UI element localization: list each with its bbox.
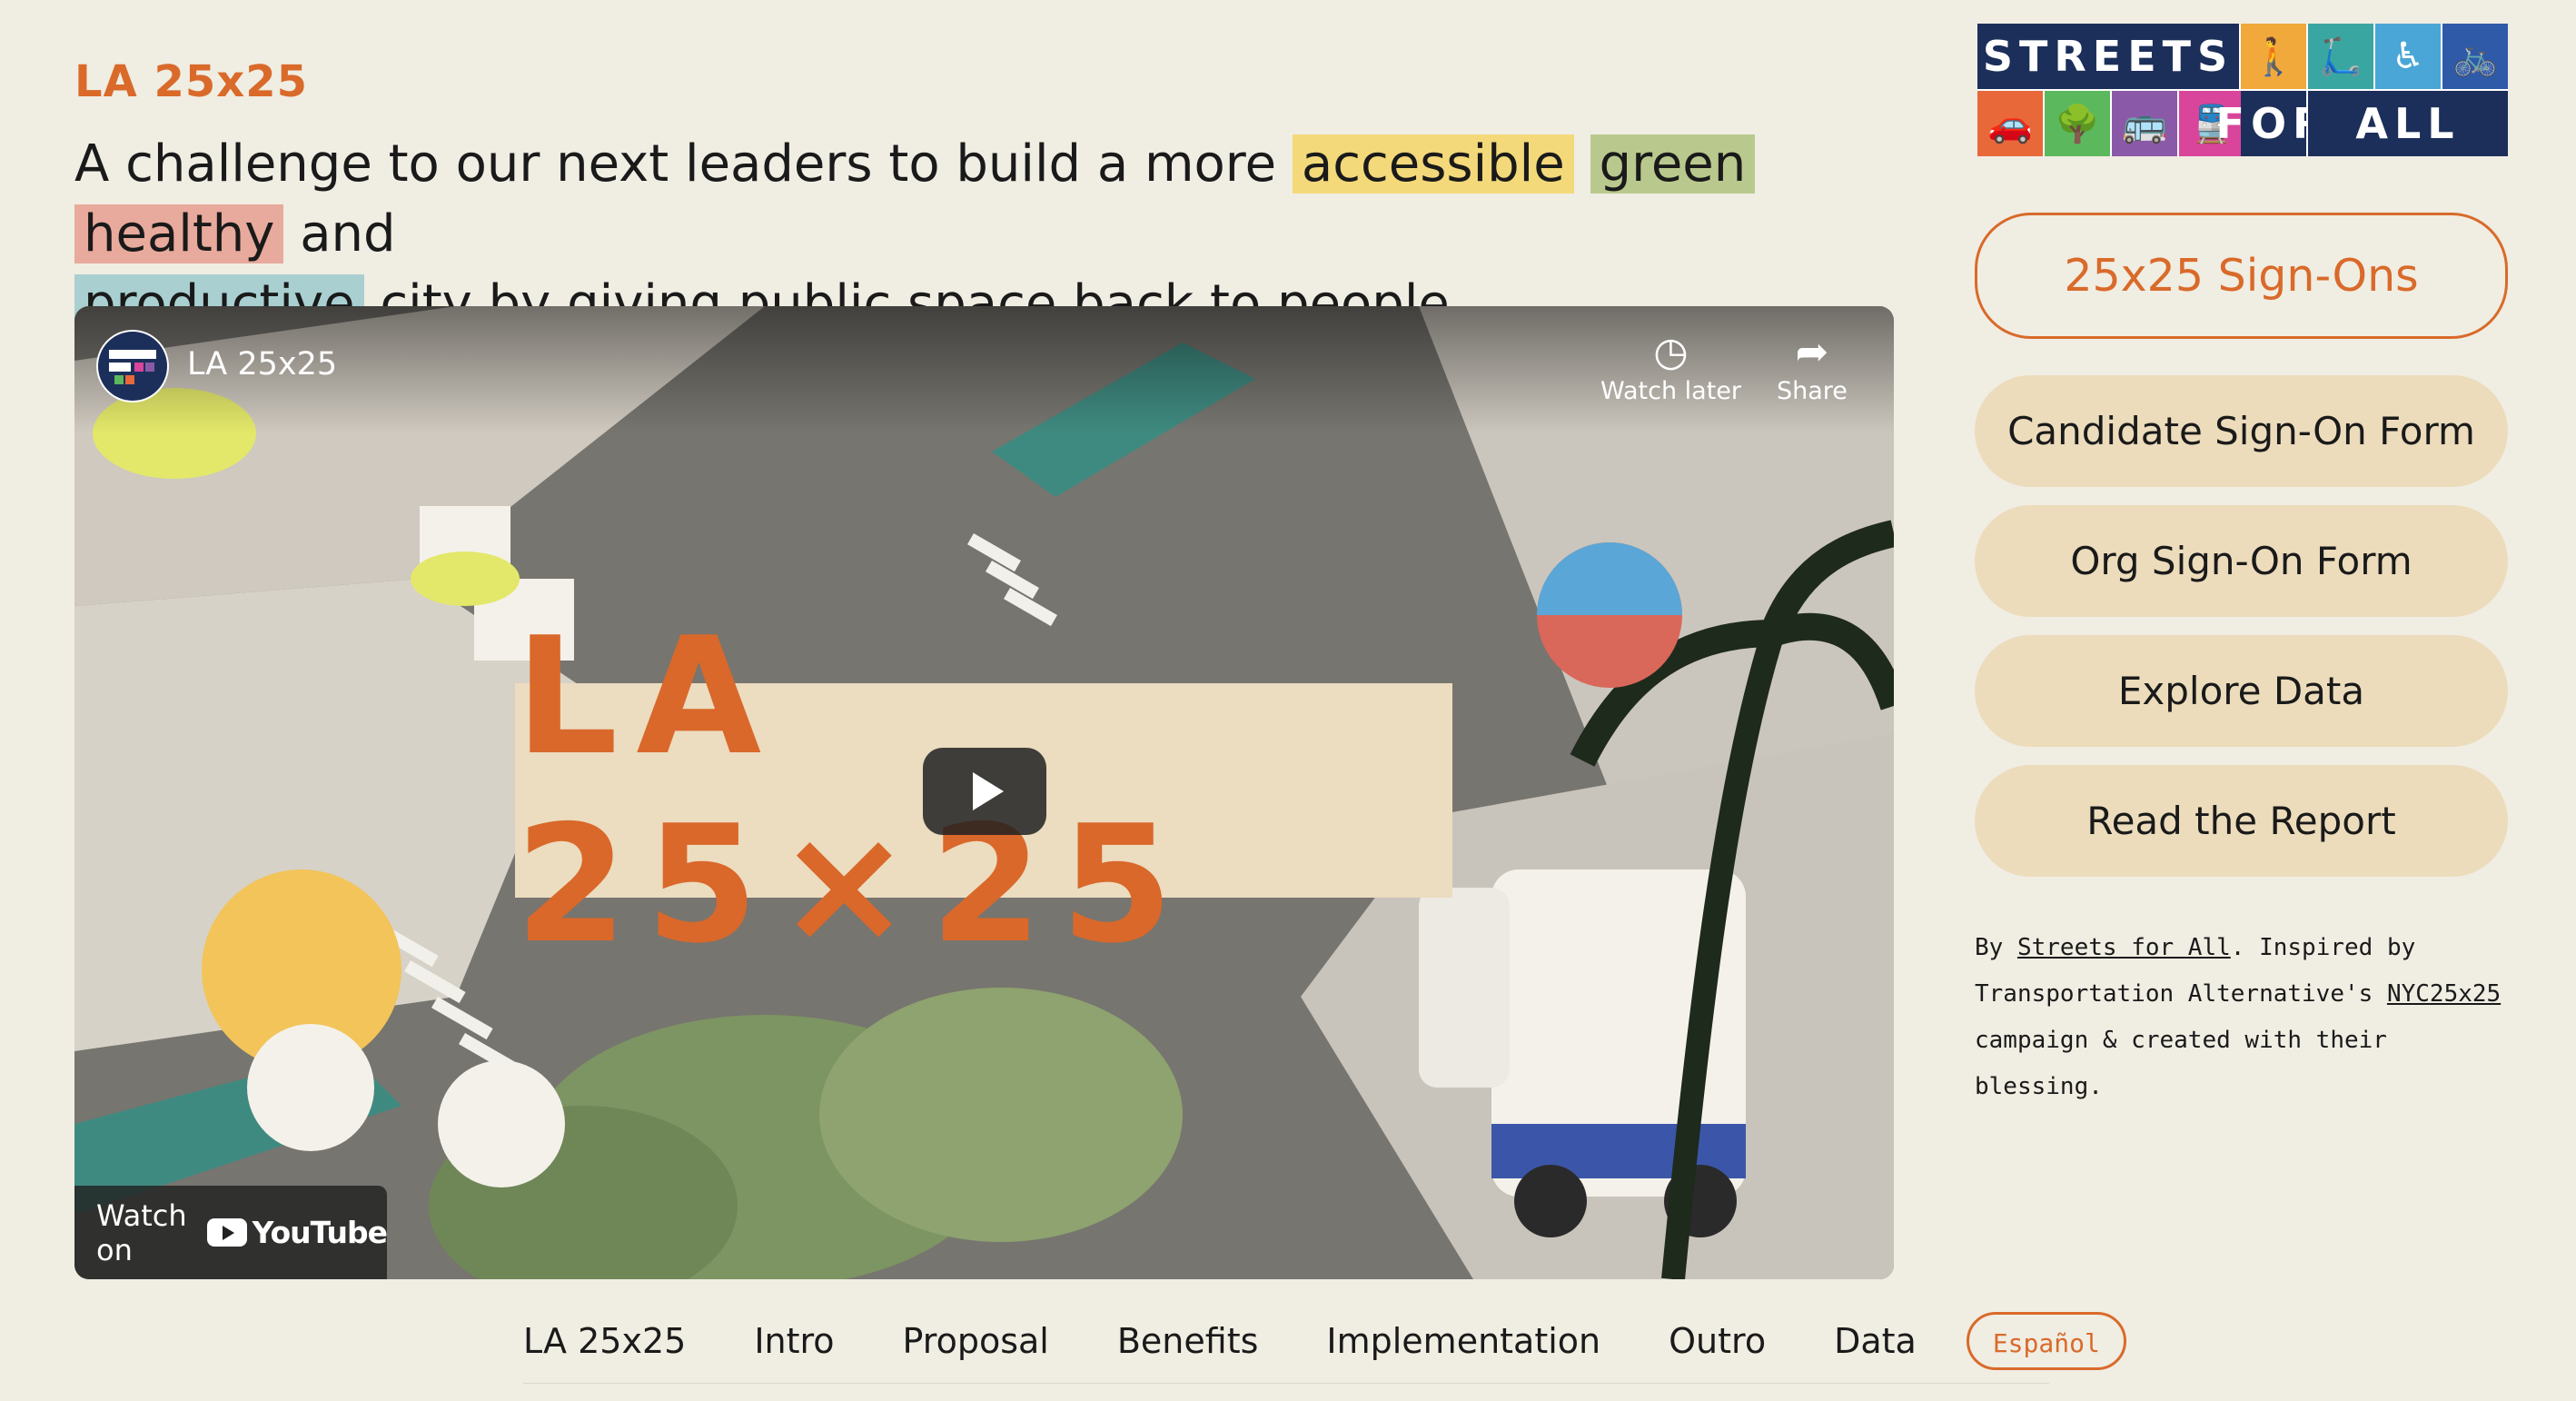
logo-word-all: ALL [2308, 91, 2508, 156]
watch-later-label: Watch later [1600, 377, 1741, 405]
site-title: LA 25x25 [74, 56, 308, 107]
candidate-sign-on-button[interactable]: Candidate Sign-On Form [1975, 375, 2508, 487]
wheelchair-icon: ♿ [2375, 24, 2441, 89]
logo-word-for: FOR [2216, 91, 2324, 156]
credit-by: By [1975, 934, 2004, 961]
nyc25x25-link[interactable]: NYC25x25 [2387, 980, 2501, 1008]
streets-for-all-logo[interactable]: STREETS 🚶 🛴 ♿ 🚲 🚗 🌳 🚌 🚆 FOR ALL [1977, 24, 2508, 156]
nav-item-proposal[interactable]: Proposal [903, 1321, 1049, 1361]
credit-text: By Streets for All. Inspired by Transpor… [1975, 925, 2520, 1110]
nav-item-benefits[interactable]: Benefits [1117, 1321, 1259, 1361]
video-player[interactable]: LA 25x25 ◷ Watch later ➦ Share LA 25×25 … [74, 306, 1894, 1279]
logo-icon-row: 🚗 🌳 🚌 🚆 [1977, 91, 2244, 156]
read-report-button[interactable]: Read the Report [1975, 765, 2508, 877]
play-icon [973, 772, 1004, 810]
share-button[interactable]: ➦ Share [1777, 328, 1848, 405]
tagline-and: and [300, 204, 396, 263]
share-icon: ➦ [1795, 329, 1829, 375]
highlight-green: green [1590, 134, 1756, 194]
clock-icon: ◷ [1653, 329, 1689, 375]
youtube-play-icon [206, 1218, 247, 1247]
highlight-accessible: accessible [1292, 134, 1574, 194]
share-label: Share [1777, 377, 1848, 405]
scooter-icon: 🛴 [2308, 24, 2373, 89]
streets-for-all-link[interactable]: Streets for All [2017, 934, 2231, 961]
nav-divider [523, 1383, 2049, 1384]
tagline-part1: A challenge to our next leaders to build… [74, 134, 1277, 194]
tree-icon: 🌳 [2045, 91, 2110, 156]
nav-item-outro[interactable]: Outro [1669, 1321, 1766, 1361]
highlight-healthy: healthy [74, 204, 284, 263]
nav-item-implementation[interactable]: Implementation [1326, 1321, 1600, 1361]
play-button[interactable] [923, 748, 1046, 835]
org-sign-on-button[interactable]: Org Sign-On Form [1975, 505, 2508, 617]
channel-avatar[interactable] [96, 330, 169, 402]
streets-for-all-badge-icon [98, 332, 167, 401]
video-channel-title[interactable]: LA 25x25 [187, 346, 337, 383]
nav-item-la25x25[interactable]: LA 25x25 [523, 1321, 686, 1361]
sign-ons-button[interactable]: 25x25 Sign-Ons [1975, 213, 2508, 339]
watch-later-button[interactable]: ◷ Watch later [1600, 328, 1741, 405]
language-toggle-button[interactable]: Español [1966, 1312, 2126, 1370]
car-icon: 🚗 [1977, 91, 2043, 156]
bicycle-icon: 🚲 [2442, 24, 2508, 89]
youtube-wordmark: YouTube [252, 1215, 388, 1250]
logo-word-streets: STREETS [1977, 24, 2239, 89]
nav-item-intro[interactable]: Intro [754, 1321, 834, 1361]
explore-data-button[interactable]: Explore Data [1975, 635, 2508, 747]
watch-on-youtube-button[interactable]: Watch on YouTube [74, 1186, 388, 1279]
credit-end: campaign & created with their blessing. [1975, 1027, 2387, 1100]
pedestrian-icon: 🚶 [2241, 24, 2306, 89]
nav-item-data[interactable]: Data [1834, 1321, 1917, 1361]
bus-icon: 🚌 [2112, 91, 2177, 156]
youtube-logo: YouTube [206, 1215, 388, 1250]
section-nav: LA 25x25 Intro Proposal Benefits Impleme… [523, 1308, 2126, 1374]
watch-on-label: Watch on [96, 1197, 187, 1267]
